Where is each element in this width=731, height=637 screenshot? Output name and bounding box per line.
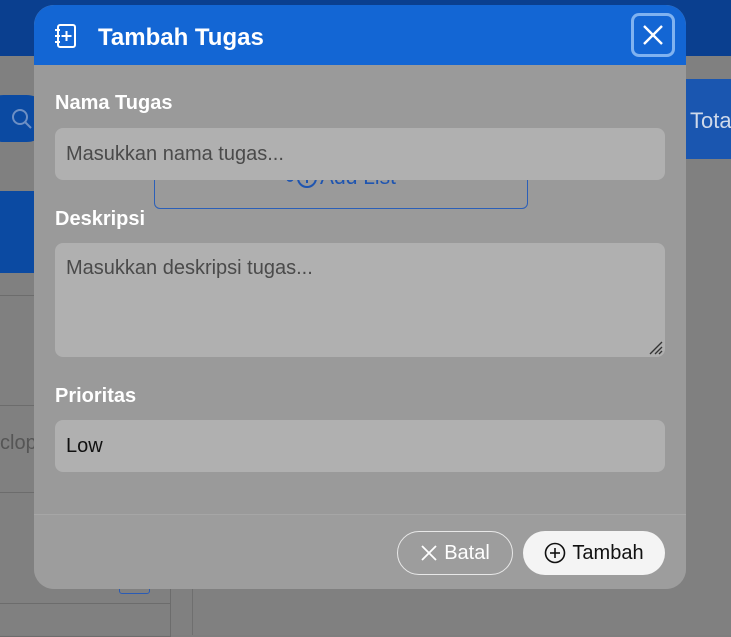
- cancel-button-label: Batal: [444, 541, 490, 564]
- total-label: Tota: [690, 108, 731, 133]
- priority-label: Prioritas: [55, 385, 137, 407]
- priority-select[interactable]: Low: [55, 420, 665, 472]
- plus-circle-icon: [545, 542, 566, 564]
- close-icon: [643, 25, 663, 45]
- notebook-plus-icon: [55, 24, 76, 48]
- task-name-input[interactable]: Masukkan nama tugas...: [55, 128, 665, 180]
- description-textarea[interactable]: Masukkan deskripsi tugas...: [55, 243, 665, 357]
- resize-handle-icon[interactable]: [647, 339, 663, 355]
- priority-selected-value: Low: [66, 434, 103, 457]
- list-divider: [0, 603, 170, 604]
- x-icon: [421, 545, 437, 561]
- modal-title: Tambah Tugas: [98, 24, 264, 51]
- search-icon: [12, 109, 32, 129]
- modal-header: Tambah Tugas: [34, 5, 686, 65]
- description-label: Deskripsi: [55, 208, 146, 230]
- task-name-placeholder: Masukkan nama tugas...: [66, 142, 284, 165]
- add-task-modal: Tambah Tugas Nama Tugas Add List Masukka…: [34, 5, 686, 589]
- modal-body: Nama Tugas Add List Masukkan nama tugas.…: [34, 65, 686, 514]
- description-placeholder: Masukkan deskripsi tugas...: [66, 257, 313, 279]
- submit-button[interactable]: Tambah: [523, 531, 665, 575]
- cancel-button[interactable]: Batal: [397, 531, 513, 575]
- close-button[interactable]: [631, 13, 675, 57]
- modal-footer: Batal Tambah: [34, 514, 686, 589]
- task-name-label: Nama Tugas: [55, 92, 173, 114]
- submit-button-label: Tambah: [572, 541, 644, 564]
